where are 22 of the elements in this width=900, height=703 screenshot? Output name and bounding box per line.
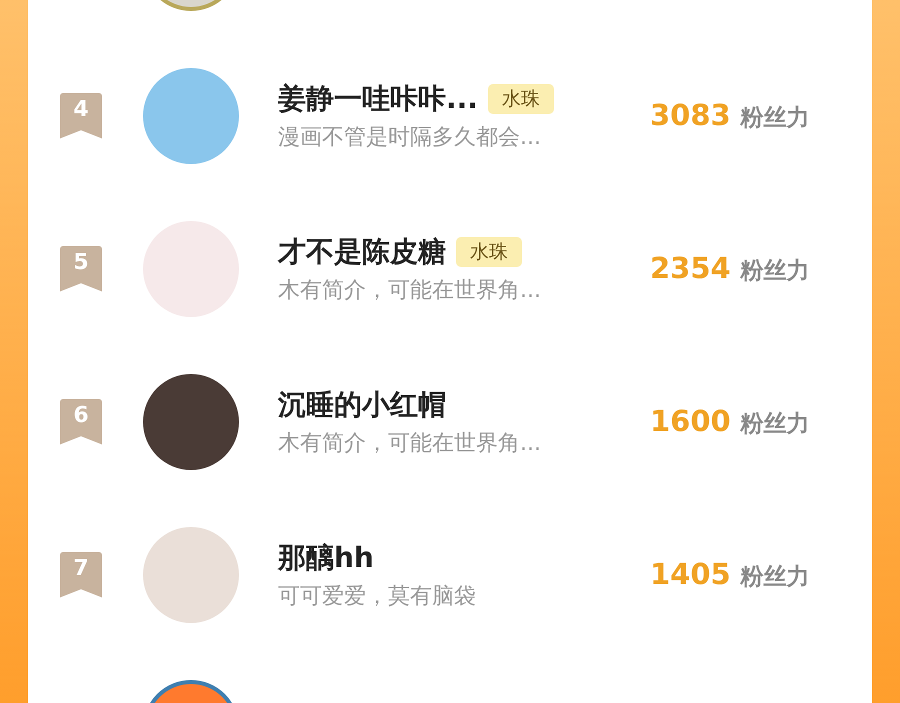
user-name: 姜静一哇咔咔... [278, 80, 478, 116]
score-unit: 粉丝力 [740, 257, 810, 286]
rank-bookmark: 5 [60, 246, 102, 292]
score-unit: 粉丝力 [740, 410, 810, 439]
user-bio: 漫画不管是时隔多久都会... [278, 124, 542, 152]
score-value: 3083 [650, 98, 731, 132]
rank-bookmark: 4 [60, 92, 102, 138]
rank-bookmark: 7 [60, 552, 102, 598]
rank-bookmark: 6 [60, 398, 102, 444]
score-unit: 粉丝力 [740, 104, 810, 133]
tag-label: 水珠 [456, 236, 522, 266]
user-name: 才不是陈皮糖 [278, 234, 446, 270]
user-bio: 可可爱爱，莫有脑袋 [278, 582, 477, 610]
user-name: 那醨hh [278, 540, 374, 576]
score-unit: 粉丝力 [740, 563, 810, 592]
score-value: 1600 [650, 404, 731, 438]
score-value: 2354 [650, 251, 731, 285]
tag-label: 水珠 [488, 84, 554, 114]
user-bio: 木有简介，可能在世界角... [278, 430, 542, 458]
score-value: 1405 [650, 557, 731, 591]
user-name: 沉睡的小红帽 [278, 386, 446, 422]
user-bio: 木有简介，可能在世界角... [278, 276, 542, 304]
